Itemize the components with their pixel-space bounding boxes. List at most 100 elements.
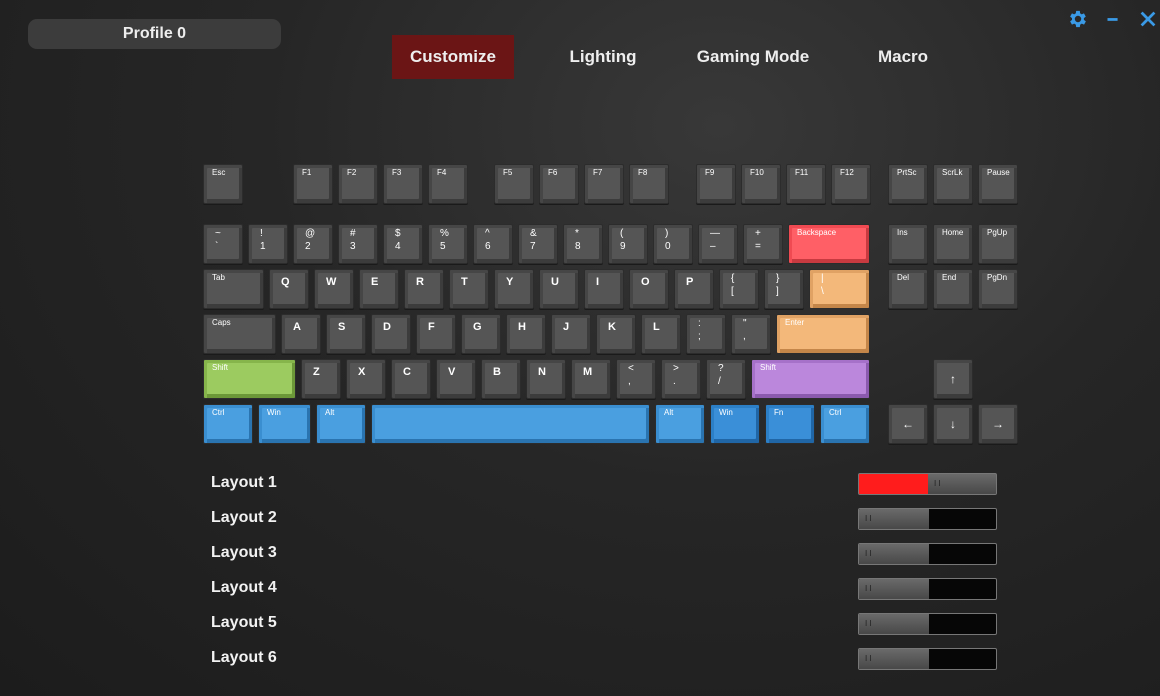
key-z[interactable]: Z	[301, 359, 341, 399]
key-arrow-down[interactable]: ↓	[933, 404, 973, 444]
key-scrlk[interactable]: ScrLk	[933, 164, 973, 204]
key-left-shift[interactable]: Shift	[203, 359, 296, 399]
key-fn[interactable]: Fn	[765, 404, 815, 444]
layout-4-toggle[interactable]: I I	[858, 578, 997, 600]
key-4[interactable]: $4	[383, 224, 423, 264]
key-f12[interactable]: F12	[831, 164, 871, 204]
key-c[interactable]: C	[391, 359, 431, 399]
key-tab[interactable]: Tab	[203, 269, 264, 309]
key-f11[interactable]: F11	[786, 164, 826, 204]
key-q[interactable]: Q	[269, 269, 309, 309]
key-caps[interactable]: Caps	[203, 314, 276, 354]
key-f4[interactable]: F4	[428, 164, 468, 204]
key-f8[interactable]: F8	[629, 164, 669, 204]
key-g[interactable]: G	[461, 314, 501, 354]
key-j[interactable]: J	[551, 314, 591, 354]
key-e[interactable]: E	[359, 269, 399, 309]
key-right-win[interactable]: Win	[710, 404, 760, 444]
key-8[interactable]: * 8	[563, 224, 603, 264]
key-quote[interactable]: ",	[731, 314, 771, 354]
key-f[interactable]: F	[416, 314, 456, 354]
key-right-ctrl[interactable]: Ctrl	[820, 404, 870, 444]
key-semicolon[interactable]: :;	[686, 314, 726, 354]
toggle-knob[interactable]: I I	[859, 649, 929, 669]
key-n[interactable]: N	[526, 359, 566, 399]
key-f2[interactable]: F2	[338, 164, 378, 204]
key-slash[interactable]: ? /	[706, 359, 746, 399]
key-right-shift[interactable]: Shift	[751, 359, 870, 399]
key-period[interactable]: >.	[661, 359, 701, 399]
key-b[interactable]: B	[481, 359, 521, 399]
key-f3[interactable]: F3	[383, 164, 423, 204]
key-f10[interactable]: F10	[741, 164, 781, 204]
key-p[interactable]: P	[674, 269, 714, 309]
key-f6[interactable]: F6	[539, 164, 579, 204]
layout-6-toggle[interactable]: I I	[858, 648, 997, 670]
key-m[interactable]: M	[571, 359, 611, 399]
key-0[interactable]: ) 0	[653, 224, 693, 264]
key-esc[interactable]: Esc	[203, 164, 243, 204]
key-arrow-left[interactable]: ←	[888, 404, 928, 444]
key-u[interactable]: U	[539, 269, 579, 309]
layout-5-toggle[interactable]: I I	[858, 613, 997, 635]
key-f9[interactable]: F9	[696, 164, 736, 204]
key-5[interactable]: % 5	[428, 224, 468, 264]
key-equals[interactable]: + =	[743, 224, 783, 264]
toggle-knob[interactable]: I I	[859, 614, 929, 634]
key-1[interactable]: ! 1	[248, 224, 288, 264]
key-backspace[interactable]: Backspace	[788, 224, 870, 264]
layout-2-toggle[interactable]: I I	[858, 508, 997, 530]
key-v[interactable]: V	[436, 359, 476, 399]
key-y[interactable]: Y	[494, 269, 534, 309]
key-home[interactable]: Home	[933, 224, 973, 264]
key-t[interactable]: T	[449, 269, 489, 309]
key-7[interactable]: & 7	[518, 224, 558, 264]
key-end[interactable]: End	[933, 269, 973, 309]
key-x[interactable]: X	[346, 359, 386, 399]
key-3[interactable]: #3	[338, 224, 378, 264]
toggle-knob[interactable]: I I	[859, 509, 929, 529]
toggle-knob[interactable]: I I	[859, 579, 929, 599]
key-9[interactable]: (9	[608, 224, 648, 264]
key-a[interactable]: A	[281, 314, 321, 354]
key-o[interactable]: O	[629, 269, 669, 309]
key-w[interactable]: W	[314, 269, 354, 309]
key-r[interactable]: R	[404, 269, 444, 309]
key-right-alt[interactable]: Alt	[655, 404, 705, 444]
key-enter[interactable]: Enter	[776, 314, 870, 354]
key-6[interactable]: ^ 6	[473, 224, 513, 264]
toggle-knob[interactable]: I I	[859, 544, 929, 564]
key-arrow-up[interactable]: ↑	[933, 359, 973, 399]
key-left-alt[interactable]: Alt	[316, 404, 366, 444]
key-pause[interactable]: Pause	[978, 164, 1018, 204]
key-prtsc[interactable]: PrtSc	[888, 164, 928, 204]
key-f7[interactable]: F7	[584, 164, 624, 204]
key-space[interactable]	[371, 404, 650, 444]
key-pgup[interactable]: PgUp	[978, 224, 1018, 264]
key-tilde[interactable]: ~ `	[203, 224, 243, 264]
key-minus[interactable]: — –	[698, 224, 738, 264]
minimize-icon[interactable]	[1102, 8, 1124, 32]
tab-macro[interactable]: Macro	[850, 35, 956, 79]
key-backslash[interactable]: | \	[809, 269, 870, 309]
key-del[interactable]: Del	[888, 269, 928, 309]
key-pgdn[interactable]: PgDn	[978, 269, 1018, 309]
key-i[interactable]: I	[584, 269, 624, 309]
close-icon[interactable]	[1137, 8, 1159, 32]
tab-customize[interactable]: Customize	[392, 35, 514, 79]
toggle-knob[interactable]: I I	[928, 474, 996, 494]
key-ins[interactable]: Ins	[888, 224, 928, 264]
key-f5[interactable]: F5	[494, 164, 534, 204]
key-k[interactable]: K	[596, 314, 636, 354]
key-arrow-right[interactable]: →	[978, 404, 1018, 444]
key-f1[interactable]: F1	[293, 164, 333, 204]
key-2[interactable]: @2	[293, 224, 333, 264]
key-left-ctrl[interactable]: Ctrl	[203, 404, 253, 444]
key-comma[interactable]: <,	[616, 359, 656, 399]
key-h[interactable]: H	[506, 314, 546, 354]
key-left-win[interactable]: Win	[258, 404, 311, 444]
profile-selector[interactable]: Profile 0	[28, 19, 281, 49]
key-left-bracket[interactable]: {[	[719, 269, 759, 309]
key-right-bracket[interactable]: }]	[764, 269, 804, 309]
layout-3-toggle[interactable]: I I	[858, 543, 997, 565]
